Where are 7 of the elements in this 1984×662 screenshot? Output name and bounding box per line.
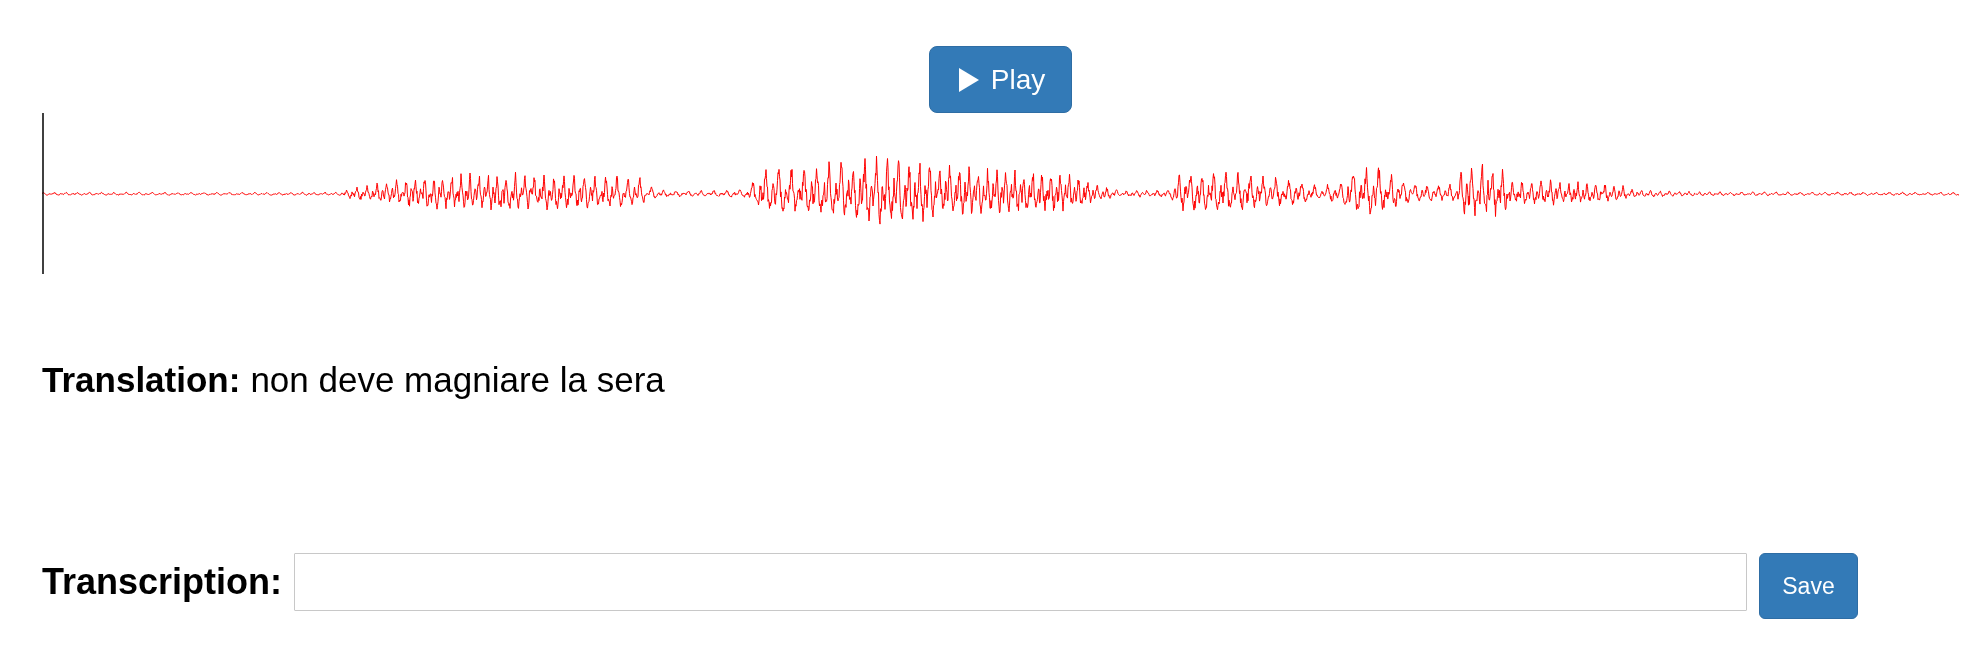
transcription-label: Transcription: [42,560,283,604]
translation-text: non deve magniare la sera [250,359,665,401]
transcription-input[interactable] [294,553,1747,611]
play-icon [958,67,979,92]
save-button[interactable]: Save [1759,553,1858,619]
play-button[interactable]: Play [928,46,1073,113]
translation-label: Translation: [42,359,241,401]
